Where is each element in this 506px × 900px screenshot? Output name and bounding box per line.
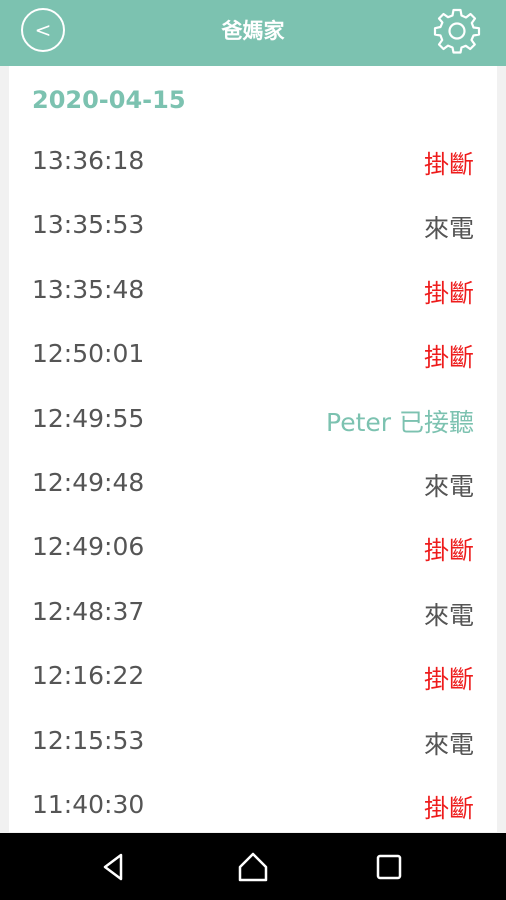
call-log-row: 12:16:22 掛斷 [9, 644, 497, 708]
call-status: 掛斷 [423, 793, 474, 823]
call-log-list: 13:36:18 掛斷 13:35:53 來電 13:35:48 掛斷 12:50:01 掛斷… [9, 129, 497, 832]
log-date: 2020-04-15 [32, 86, 186, 114]
call-time: 12:49:55 [32, 403, 145, 433]
home-icon[interactable] [236, 850, 270, 884]
call-status: 掛斷 [423, 150, 474, 179]
call-log-row: 11:40:30 掛斷 [9, 773, 497, 832]
call-status: 來電 [423, 729, 474, 759]
call-log-row: 12:48:37 來電 [9, 580, 497, 644]
chevron-left-icon: < [34, 18, 52, 42]
call-log-row: 12:49:48 來電 [9, 451, 497, 515]
call-time: 11:40:30 [32, 789, 145, 819]
call-time: 13:35:53 [32, 210, 145, 240]
call-log-row: 12:49:55 Peter 已接聽 [9, 387, 497, 451]
call-status: 掛斷 [423, 536, 474, 566]
call-time: 12:48:37 [32, 596, 145, 626]
call-time: 12:15:53 [32, 725, 145, 755]
call-time: 12:49:06 [32, 532, 145, 562]
call-log-row: 13:36:18 掛斷 [9, 129, 497, 193]
call-status: 來電 [423, 471, 474, 501]
call-log-row: 13:35:48 掛斷 [9, 258, 497, 322]
back-button[interactable]: < [21, 8, 65, 52]
gear-icon[interactable] [429, 6, 485, 56]
call-status: 來電 [423, 214, 474, 244]
back-triangle-icon[interactable] [97, 850, 131, 884]
call-status: Peter 已接聽 [326, 407, 474, 437]
call-status: 掛斷 [423, 343, 474, 373]
app-header: < 爸媽家 [0, 0, 506, 66]
call-time: 13:35:48 [32, 274, 145, 304]
call-time: 13:36:18 [32, 146, 145, 175]
call-log-row: 13:35:53 來電 [9, 193, 497, 257]
call-time: 12:50:01 [32, 339, 145, 369]
call-time: 12:49:48 [32, 467, 145, 497]
system-nav-bar [0, 833, 506, 900]
call-log-row: 12:49:06 掛斷 [9, 515, 497, 579]
call-status: 來電 [423, 600, 474, 630]
call-log-card: 2020-04-15 13:36:18 掛斷 13:35:53 來電 13:35:48 掛… [9, 66, 497, 832]
call-log-row: 12:15:53 來電 [9, 709, 497, 773]
call-status: 掛斷 [423, 278, 474, 308]
call-status: 掛斷 [423, 665, 474, 695]
recents-square-icon[interactable] [372, 850, 406, 884]
call-time: 12:16:22 [32, 661, 145, 691]
call-log-row: 12:50:01 掛斷 [9, 322, 497, 386]
